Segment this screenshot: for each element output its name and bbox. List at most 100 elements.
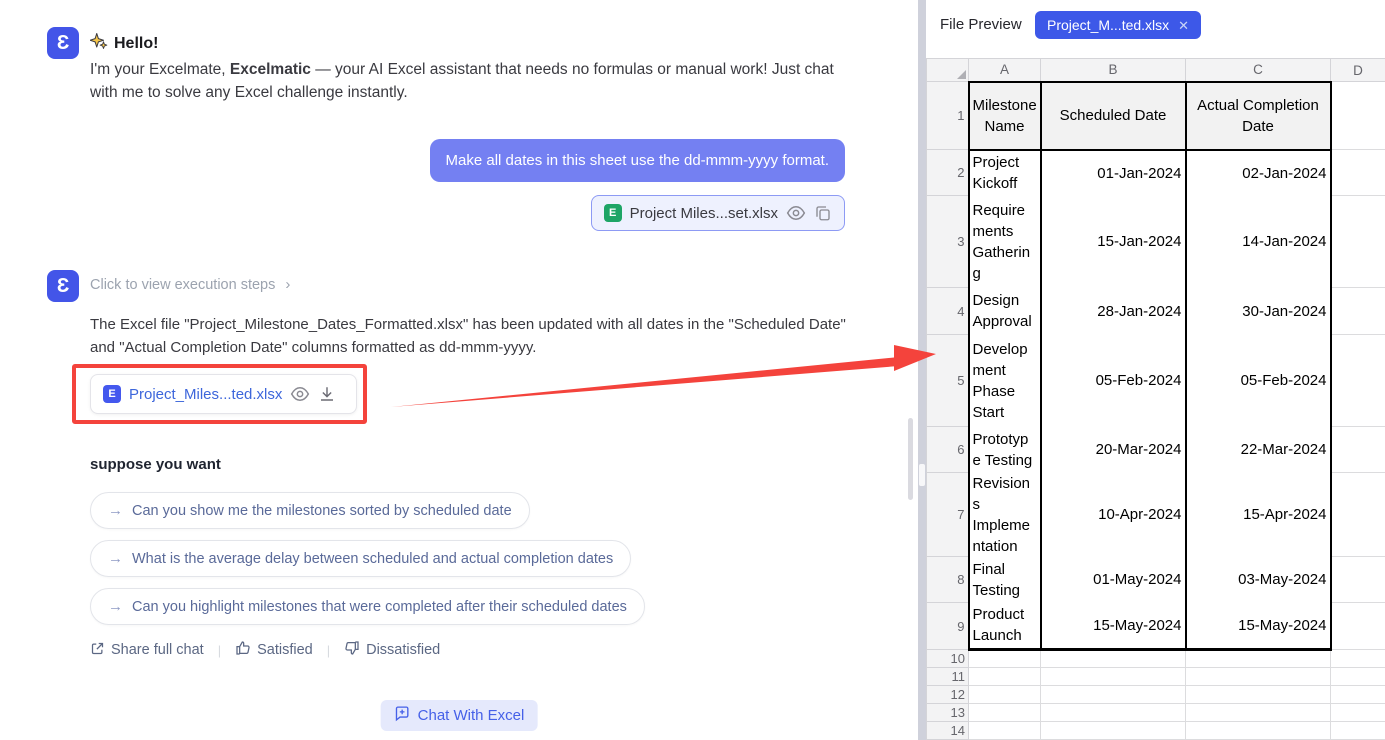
- cell-B14[interactable]: [1041, 722, 1186, 740]
- cell-D12[interactable]: [1331, 686, 1385, 704]
- cell-D2[interactable]: [1331, 150, 1385, 196]
- cell-D13[interactable]: [1331, 704, 1385, 722]
- cell-A7[interactable]: Revisions Implementation: [969, 473, 1041, 557]
- cell-B10[interactable]: [1041, 650, 1186, 668]
- column-header-A[interactable]: A: [969, 59, 1041, 82]
- row-header-2[interactable]: 2: [927, 150, 969, 196]
- divider-drag-handle[interactable]: [919, 464, 925, 486]
- cell-C6[interactable]: 22-Mar-2024: [1186, 427, 1331, 473]
- cell-C4[interactable]: 30-Jan-2024: [1186, 288, 1331, 335]
- row-header-11[interactable]: 11: [927, 668, 969, 686]
- row-header-13[interactable]: 13: [927, 704, 969, 722]
- cell-C10[interactable]: [1186, 650, 1331, 668]
- cell-D8[interactable]: [1331, 557, 1385, 603]
- cell-A5[interactable]: Development Phase Start: [969, 335, 1041, 427]
- download-icon[interactable]: [318, 385, 336, 403]
- cell-B13[interactable]: [1041, 704, 1186, 722]
- cell-B2[interactable]: 01-Jan-2024: [1041, 150, 1186, 196]
- cell-B6[interactable]: 20-Mar-2024: [1041, 427, 1186, 473]
- cell-A10[interactable]: [969, 650, 1041, 668]
- row-header-14[interactable]: 14: [927, 722, 969, 740]
- row-header-9[interactable]: 9: [927, 603, 969, 650]
- cell-B7[interactable]: 10-Apr-2024: [1041, 473, 1186, 557]
- eye-icon[interactable]: [290, 384, 310, 404]
- sheet-row-4: 4Design Approval28-Jan-202430-Jan-2024: [927, 288, 1385, 335]
- eye-icon[interactable]: [786, 203, 806, 223]
- cell-B1[interactable]: Scheduled Date: [1041, 82, 1186, 150]
- row-header-8[interactable]: 8: [927, 557, 969, 603]
- chat-plus-icon: [394, 705, 411, 726]
- cell-C1[interactable]: Actual Completion Date: [1186, 82, 1331, 150]
- cell-A8[interactable]: Final Testing: [969, 557, 1041, 603]
- column-header-B[interactable]: B: [1041, 59, 1186, 82]
- sheet-row-8: 8Final Testing01-May-202403-May-2024: [927, 557, 1385, 603]
- cell-D3[interactable]: [1331, 196, 1385, 288]
- cell-A1[interactable]: Milestone Name: [969, 82, 1041, 150]
- cell-D10[interactable]: [1331, 650, 1385, 668]
- cell-B9[interactable]: 15-May-2024: [1041, 603, 1186, 650]
- cell-C9[interactable]: 15-May-2024: [1186, 603, 1331, 650]
- cell-A12[interactable]: [969, 686, 1041, 704]
- cell-C7[interactable]: 15-Apr-2024: [1186, 473, 1331, 557]
- column-header-D[interactable]: D: [1331, 59, 1385, 82]
- row-header-12[interactable]: 12: [927, 686, 969, 704]
- cell-C5[interactable]: 05-Feb-2024: [1186, 335, 1331, 427]
- preview-file-tab[interactable]: Project_M...ted.xlsx ✕: [1035, 11, 1201, 39]
- cell-A6[interactable]: Prototype Testing: [969, 427, 1041, 473]
- row-header-1[interactable]: 1: [927, 82, 969, 150]
- row-header-7[interactable]: 7: [927, 473, 969, 557]
- result-filename-link[interactable]: Project_Miles...ted.xlsx: [129, 386, 282, 403]
- cell-C8[interactable]: 03-May-2024: [1186, 557, 1331, 603]
- suggestion-pill[interactable]: → What is the average delay between sche…: [90, 540, 631, 577]
- share-chat-button[interactable]: Share full chat: [90, 641, 204, 660]
- row-header-4[interactable]: 4: [927, 288, 969, 335]
- cell-A3[interactable]: Requirements Gathering: [969, 196, 1041, 288]
- copy-icon[interactable]: [814, 204, 832, 222]
- satisfied-button[interactable]: Satisfied: [235, 640, 313, 660]
- cell-C13[interactable]: [1186, 704, 1331, 722]
- cell-A4[interactable]: Design Approval: [969, 288, 1041, 335]
- column-header-C[interactable]: C: [1186, 59, 1331, 82]
- suggestion-pill[interactable]: → Can you highlight milestones that were…: [90, 588, 645, 625]
- cell-A11[interactable]: [969, 668, 1041, 686]
- cell-D6[interactable]: [1331, 427, 1385, 473]
- row-header-6[interactable]: 6: [927, 427, 969, 473]
- cell-A13[interactable]: [969, 704, 1041, 722]
- panel-resize-divider[interactable]: [918, 0, 926, 740]
- select-all-corner[interactable]: [927, 59, 969, 82]
- cell-A9[interactable]: Product Launch: [969, 603, 1041, 650]
- cell-B12[interactable]: [1041, 686, 1186, 704]
- cell-C3[interactable]: 14-Jan-2024: [1186, 196, 1331, 288]
- cell-A14[interactable]: [969, 722, 1041, 740]
- cell-C14[interactable]: [1186, 722, 1331, 740]
- suggestion-pill[interactable]: → Can you show me the milestones sorted …: [90, 492, 530, 529]
- cell-D14[interactable]: [1331, 722, 1385, 740]
- cell-B8[interactable]: 01-May-2024: [1041, 557, 1186, 603]
- cell-B11[interactable]: [1041, 668, 1186, 686]
- chat-with-excel-button[interactable]: Chat With Excel: [381, 700, 538, 731]
- cell-C12[interactable]: [1186, 686, 1331, 704]
- execution-steps-toggle[interactable]: Click to view execution steps ›: [90, 276, 290, 293]
- file-letter: E: [609, 207, 616, 219]
- cell-D4[interactable]: [1331, 288, 1385, 335]
- result-file-card[interactable]: E Project_Miles...ted.xlsx: [90, 374, 357, 414]
- dissatisfied-button[interactable]: Dissatisfied: [344, 640, 440, 660]
- cell-D1[interactable]: [1331, 82, 1385, 150]
- row-header-10[interactable]: 10: [927, 650, 969, 668]
- user-attachment-card[interactable]: E Project Miles...set.xlsx: [591, 195, 845, 231]
- close-icon[interactable]: ✕: [1178, 19, 1189, 32]
- row-header-5[interactable]: 5: [927, 335, 969, 427]
- cell-D11[interactable]: [1331, 668, 1385, 686]
- cell-C2[interactable]: 02-Jan-2024: [1186, 150, 1331, 196]
- cell-C11[interactable]: [1186, 668, 1331, 686]
- cell-B4[interactable]: 28-Jan-2024: [1041, 288, 1186, 335]
- feedback-bar: Share full chat | Satisfied | Dissatis: [90, 640, 440, 660]
- cell-D5[interactable]: [1331, 335, 1385, 427]
- cell-B5[interactable]: 05-Feb-2024: [1041, 335, 1186, 427]
- row-header-3[interactable]: 3: [927, 196, 969, 288]
- cell-B3[interactable]: 15-Jan-2024: [1041, 196, 1186, 288]
- cell-A2[interactable]: Project Kickoff: [969, 150, 1041, 196]
- chat-scrollbar-thumb[interactable]: [908, 418, 913, 500]
- cell-D9[interactable]: [1331, 603, 1385, 650]
- cell-D7[interactable]: [1331, 473, 1385, 557]
